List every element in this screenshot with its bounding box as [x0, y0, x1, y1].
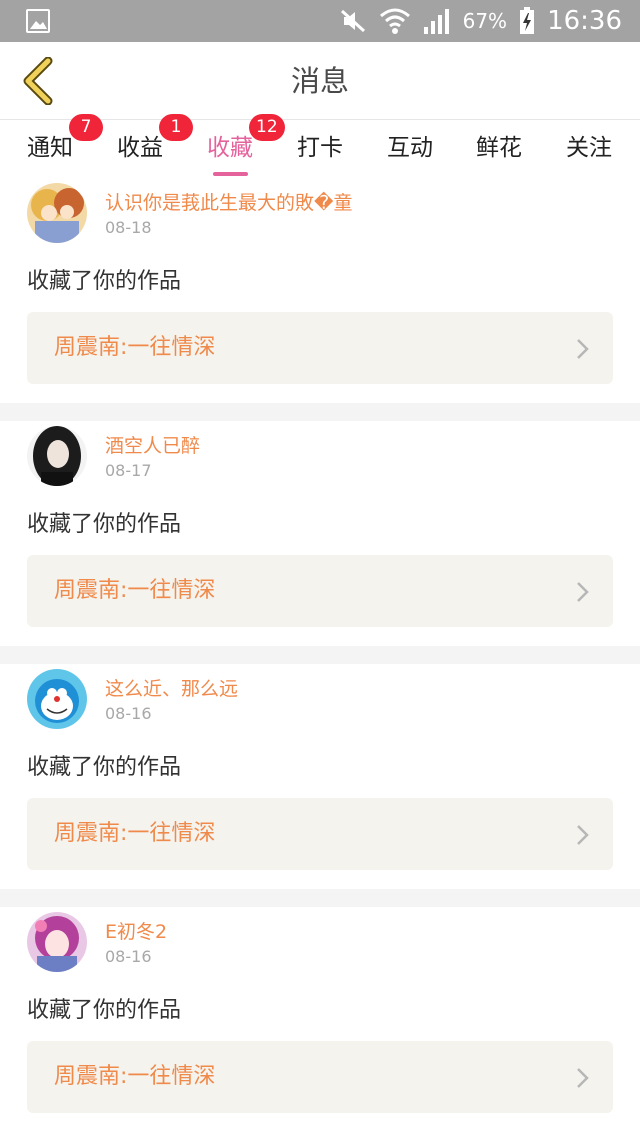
wifi-icon: [379, 8, 410, 34]
work-link[interactable]: 周震南:一往情深: [27, 312, 613, 384]
work-title: 周震南:一往情深: [54, 335, 216, 360]
work-title: 周震南:一往情深: [54, 821, 216, 846]
tab-follow[interactable]: 关注: [544, 120, 634, 178]
message-date: 08-18: [105, 218, 152, 237]
message-text: 收藏了你的作品: [27, 755, 182, 780]
tab-bar: 通知 7 收益 1 收藏 12 打卡 互动 鲜花 关注: [0, 114, 640, 178]
tab-label: 通知: [27, 135, 73, 161]
divider: [0, 889, 640, 907]
tab-label: 鲜花: [476, 135, 522, 161]
chevron-left-icon: [23, 57, 53, 105]
chevron-right-icon: [577, 582, 589, 602]
message-text: 收藏了你的作品: [27, 512, 182, 537]
tab-flowers[interactable]: 鲜花: [454, 120, 544, 178]
status-time: 16:36: [547, 6, 622, 36]
avatar[interactable]: [27, 183, 87, 243]
tab-label: 打卡: [297, 135, 343, 161]
message-date: 08-17: [105, 461, 152, 480]
tab-label: 收益: [117, 135, 163, 161]
list-item: 认识你是莪此生最大的敗�童 08-18 收藏了你的作品 周震南:一往情深: [0, 178, 640, 403]
username-link[interactable]: 认识你是莪此生最大的敗�童: [105, 188, 352, 215]
username-link[interactable]: 酒空人已醉: [105, 431, 200, 458]
active-tab-indicator: [213, 172, 248, 176]
signal-icon: [423, 9, 449, 34]
tab-favorites[interactable]: 收藏 12: [185, 114, 285, 178]
tab-label: 关注: [566, 135, 612, 161]
username-link[interactable]: 这么近、那么远: [105, 674, 238, 701]
tab-earnings[interactable]: 收益 1: [95, 114, 193, 178]
battery-charging-icon: [520, 7, 535, 34]
tab-label: 收藏: [207, 135, 253, 161]
list-item: 酒空人已醉 08-17 收藏了你的作品 周震南:一往情深: [0, 421, 640, 646]
battery-percentage: 67%: [462, 9, 508, 33]
work-title: 周震南:一往情深: [54, 1064, 216, 1089]
divider: [0, 403, 640, 421]
username-link[interactable]: E初冬2: [105, 917, 167, 944]
message-date: 08-16: [105, 704, 152, 723]
tab-checkin[interactable]: 打卡: [275, 120, 365, 178]
mute-icon: [340, 9, 365, 33]
message-text: 收藏了你的作品: [27, 998, 182, 1023]
page-title: 消息: [290, 64, 349, 98]
avatar[interactable]: [27, 669, 87, 729]
avatar[interactable]: [27, 912, 87, 972]
work-link[interactable]: 周震南:一往情深: [27, 798, 613, 870]
tab-interaction[interactable]: 互动: [365, 120, 455, 178]
tab-label: 互动: [387, 135, 433, 161]
message-text: 收藏了你的作品: [27, 269, 182, 294]
list-item: 这么近、那么远 08-16 收藏了你的作品 周震南:一往情深: [0, 664, 640, 889]
message-date: 08-16: [105, 947, 152, 966]
message-list: 认识你是莪此生最大的敗�童 08-18 收藏了你的作品 周震南:一往情深 酒空人…: [0, 178, 640, 1132]
chevron-right-icon: [577, 825, 589, 845]
work-title: 周震南:一往情深: [54, 578, 216, 603]
list-item: E初冬2 08-16 收藏了你的作品 周震南:一往情深: [0, 907, 640, 1132]
chevron-right-icon: [577, 339, 589, 359]
work-link[interactable]: 周震南:一往情深: [27, 1041, 613, 1113]
tab-notifications[interactable]: 通知 7: [5, 114, 103, 178]
chevron-right-icon: [577, 1068, 589, 1088]
gallery-icon: [26, 9, 50, 33]
back-button[interactable]: [12, 54, 62, 108]
work-link[interactable]: 周震南:一往情深: [27, 555, 613, 627]
divider: [0, 646, 640, 664]
app-header: 消息: [0, 42, 640, 120]
avatar[interactable]: [27, 426, 87, 486]
status-bar: 67% 16:36: [0, 0, 640, 42]
